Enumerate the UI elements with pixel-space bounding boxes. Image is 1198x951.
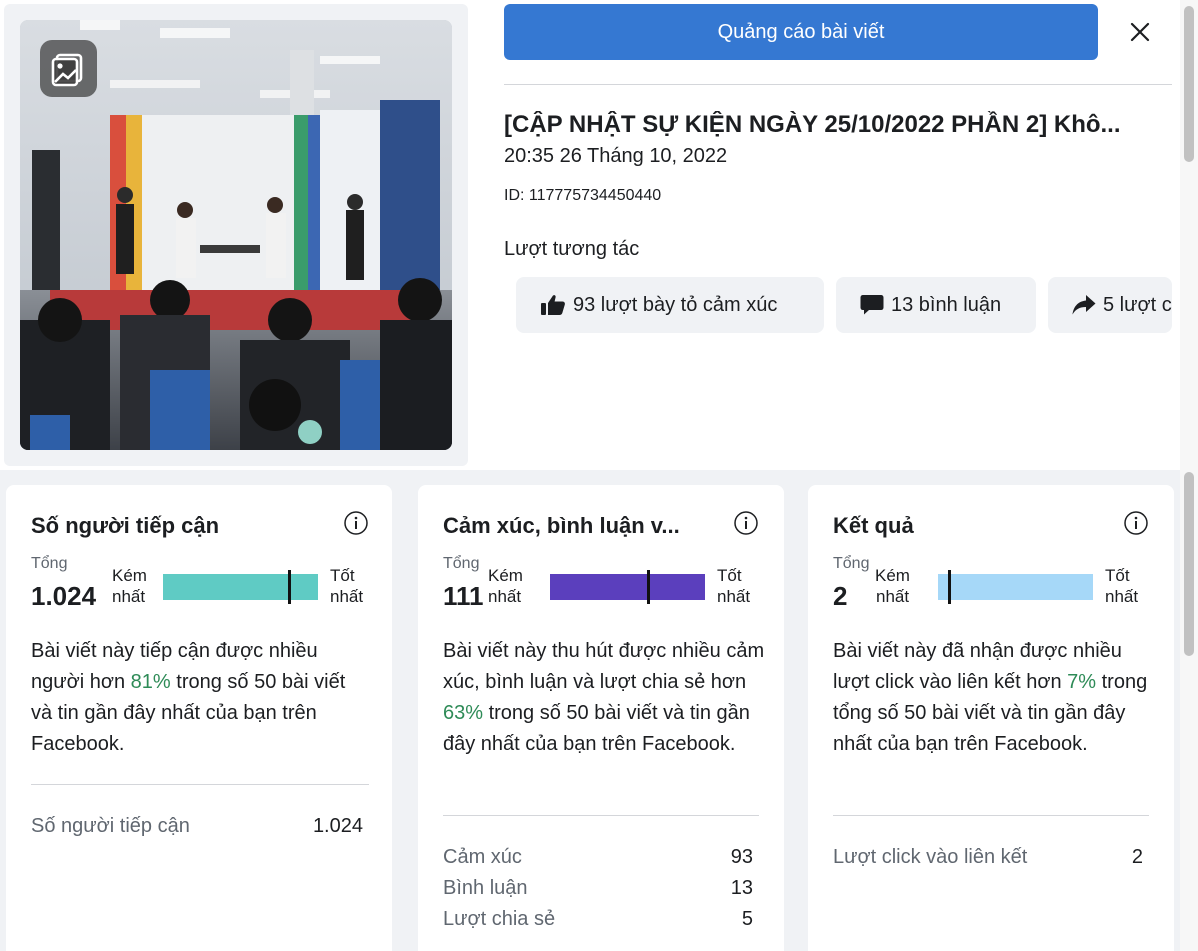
- photo-type-badge: [40, 40, 97, 97]
- results-stat-row: Lượt click vào liên kết 2: [833, 846, 1143, 868]
- results-percentile-bar: [938, 574, 1093, 600]
- engagement-low-label: Kém nhất: [488, 566, 523, 606]
- results-percentage: 7%: [1067, 671, 1097, 693]
- results-total-label: Tổng: [833, 555, 870, 572]
- results-percentile-marker: [947, 570, 951, 604]
- post-id: ID: 117775734450440: [504, 187, 662, 204]
- post-title: [CẬP NHẬT SỰ KIỆN NGÀY 25/10/2022 PHẦN 2…: [504, 111, 1121, 138]
- comment-icon: [860, 295, 884, 315]
- results-card: Kết quả Tổng 2 Kém nhất Tốt nhất Bài viế…: [808, 485, 1174, 951]
- post-header-area: Quảng cáo bài viết [CẬP NHẬT SỰ KIỆN NGÀ…: [0, 0, 1180, 470]
- reach-percentage: 81%: [130, 671, 171, 693]
- reach-percentile-marker: [287, 570, 291, 604]
- close-button[interactable]: [1120, 12, 1160, 52]
- engagement-percentile-marker: [646, 570, 650, 604]
- engagement-stat-row: Cảm xúc 93: [443, 846, 753, 868]
- comments-chip[interactable]: 13 bình luận: [836, 277, 1036, 333]
- shares-chip-label: 5 lượt chia sẻ: [1103, 293, 1172, 316]
- engagement-total-label: Tổng: [443, 555, 480, 572]
- engagement-stat-row: Bình luận 13: [443, 877, 753, 899]
- share-icon: [1072, 295, 1096, 315]
- results-description: Bài viết này đã nhận được nhiều lượt cli…: [833, 640, 1148, 755]
- engagement-percentile-bar: [550, 574, 705, 600]
- reach-total-label: Tổng: [31, 555, 68, 572]
- results-divider: [833, 815, 1149, 816]
- reach-low-label: Kém nhất: [112, 566, 147, 606]
- engagement-total-value: 111: [443, 581, 484, 611]
- like-icon: [541, 295, 565, 315]
- reach-high-label: Tốt nhất: [330, 566, 364, 606]
- reactions-chip[interactable]: 93 lượt bày tỏ cảm xúc: [516, 277, 824, 333]
- reach-total-value: 1.024: [31, 581, 97, 611]
- reach-card-title: Số người tiếp cận: [31, 513, 220, 538]
- scrollbar-thumb-content[interactable]: [1184, 472, 1194, 656]
- engagement-divider: [443, 815, 759, 816]
- engagement-high-label: Tốt nhất: [717, 566, 751, 606]
- post-timestamp: 20:35 26 Tháng 10, 2022: [504, 145, 728, 167]
- engagement-percentage: 63%: [443, 702, 484, 724]
- info-icon[interactable]: [1123, 510, 1149, 536]
- header-divider: [504, 84, 1172, 85]
- close-icon: [1130, 22, 1150, 42]
- engagement-stat-row: Lượt chia sẻ 5: [443, 908, 753, 930]
- engagement-card-title: Cảm xúc, bình luận v...: [443, 513, 680, 538]
- engagement-card: Cảm xúc, bình luận v... Tổng 111 Kém nhấ…: [418, 485, 784, 951]
- shares-chip[interactable]: 5 lượt chia sẻ: [1048, 277, 1172, 333]
- reach-divider: [31, 784, 369, 785]
- boost-post-button[interactable]: Quảng cáo bài viết: [504, 4, 1098, 60]
- image-icon: [51, 53, 82, 86]
- engagement-description: Bài viết này thu hút được nhiều cảm xúc,…: [443, 640, 765, 755]
- engagement-heading: Lượt tương tác: [504, 238, 640, 260]
- info-icon[interactable]: [343, 510, 369, 536]
- info-icon[interactable]: [733, 510, 759, 536]
- results-low-label: Kém nhất: [875, 566, 910, 606]
- reach-stat-row: Số người tiếp cận 1.024: [31, 815, 363, 837]
- reach-description: Bài viết này tiếp cận được nhiều người h…: [31, 640, 346, 755]
- reach-percentile-bar: [163, 574, 318, 600]
- comments-chip-label: 13 bình luận: [891, 293, 1002, 316]
- scrollbar-thumb-header[interactable]: [1184, 6, 1194, 162]
- reactions-chip-label: 93 lượt bày tỏ cảm xúc: [573, 293, 778, 316]
- results-total-value: 2: [833, 581, 848, 611]
- reach-card: Số người tiếp cận Tổng 1.024 Kém nhất Tố…: [6, 485, 392, 951]
- results-high-label: Tốt nhất: [1105, 566, 1139, 606]
- results-card-title: Kết quả: [833, 513, 914, 538]
